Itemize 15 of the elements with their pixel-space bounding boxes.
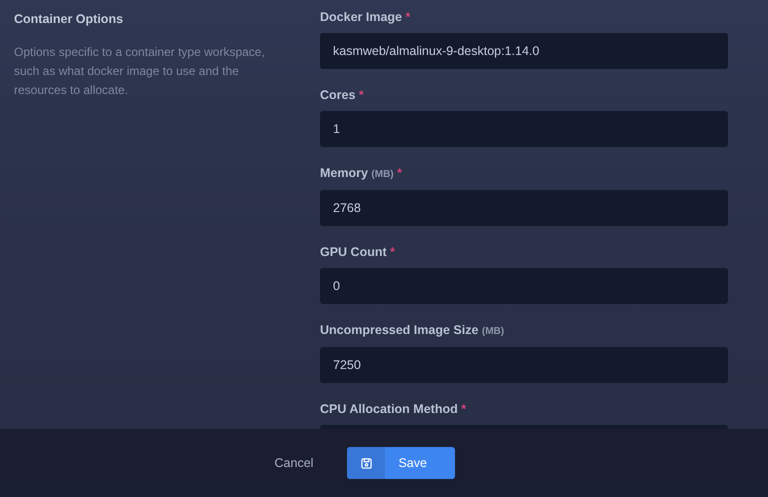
field-label: Memory (MB) * — [320, 166, 403, 182]
field-label: GPU Count * — [320, 245, 396, 260]
field-label: Uncompressed Image Size (MB) — [320, 323, 506, 339]
field-label: Cores * — [320, 88, 365, 103]
field-label: Docker Image * — [320, 10, 412, 25]
section-title: Container Options — [14, 11, 124, 28]
section-description: Options specific to a container type workspace, such as what docker image to use and the resources to allocate. — [14, 44, 266, 99]
text-field[interactable]: 1 — [320, 111, 728, 147]
text-field[interactable]: kasmweb/almalinux-9-desktop:1.14.0 — [320, 33, 728, 69]
cancel-button[interactable]: Cancel — [262, 448, 326, 478]
text-field[interactable]: 7250 — [320, 347, 728, 383]
text-field[interactable]: 0 — [320, 268, 728, 304]
save-button[interactable]: Save — [347, 447, 456, 479]
field-label: CPU Allocation Method * — [320, 402, 468, 417]
text-field[interactable]: 2768 — [320, 190, 728, 226]
